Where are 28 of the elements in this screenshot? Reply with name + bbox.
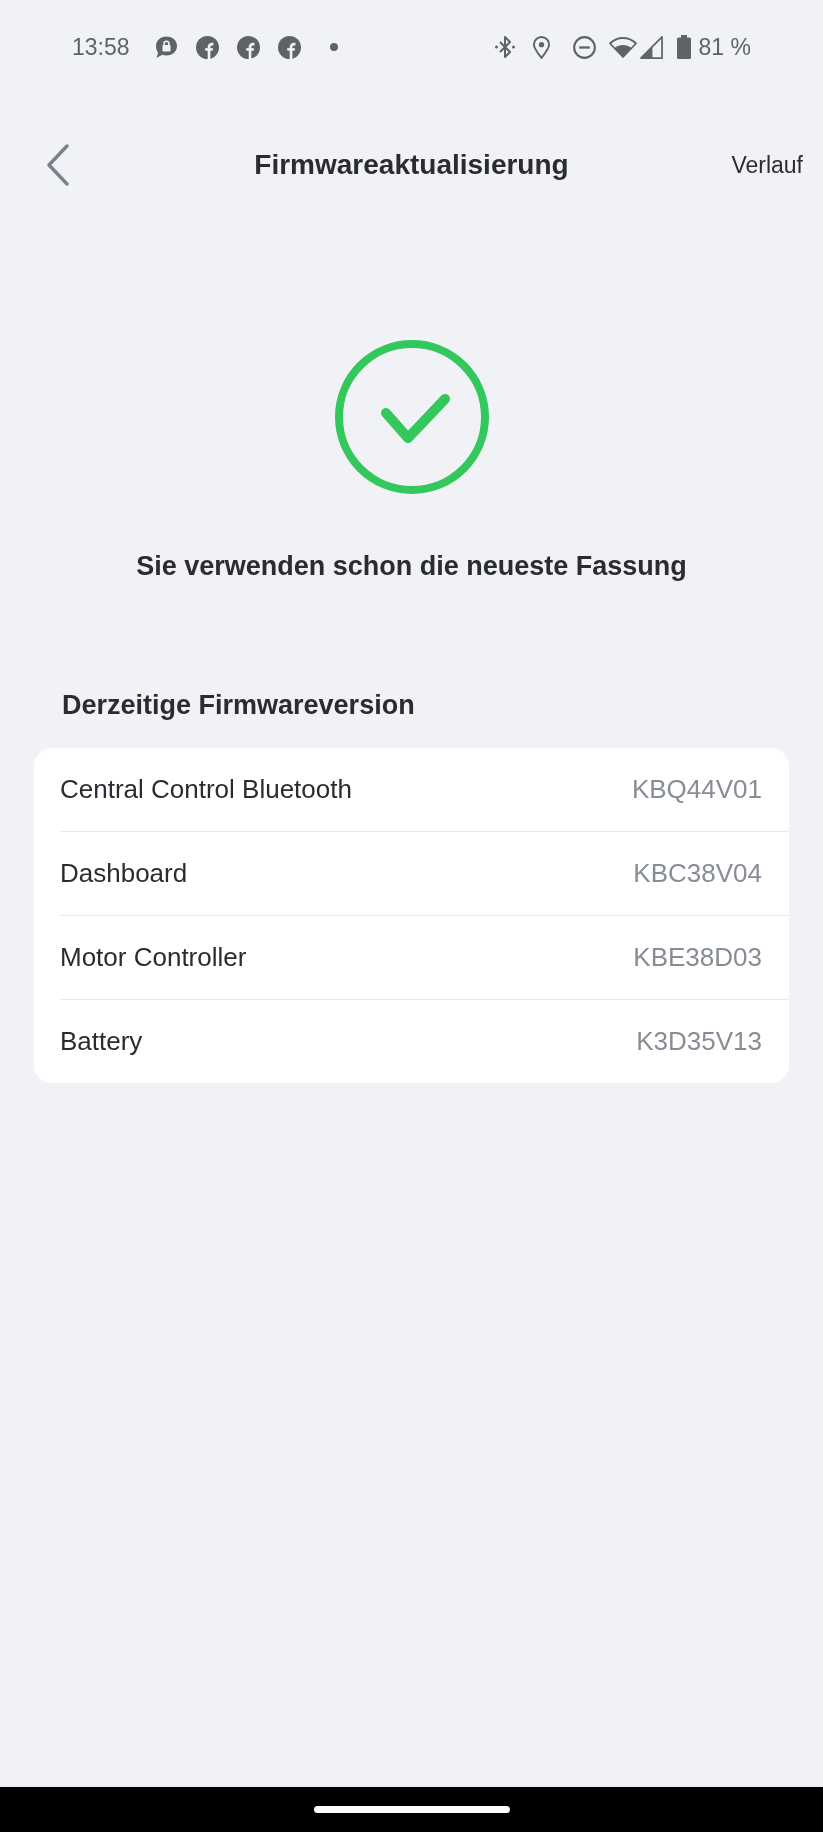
bluetooth-icon	[494, 35, 515, 59]
home-handle[interactable]	[313, 1806, 510, 1813]
history-button[interactable]: Verlauf	[731, 151, 803, 179]
back-button[interactable]	[46, 144, 70, 186]
firmware-version: K3D35V13	[636, 1026, 762, 1057]
battery-percent: 81 %	[698, 33, 751, 61]
firmware-version: KBE38D03	[633, 942, 762, 973]
status-message: Sie verwenden schon die neueste Fassung	[136, 550, 687, 583]
wifi-icon	[608, 36, 637, 58]
component-name: Motor Controller	[60, 942, 247, 973]
component-name: Battery	[60, 1026, 143, 1057]
page-title: Firmwareaktualisierung	[254, 149, 569, 181]
status-time: 13:58	[72, 33, 130, 61]
component-name: Dashboard	[60, 858, 188, 889]
section-heading: Derzeitige Firmwareversion	[62, 689, 415, 722]
battery-icon	[676, 35, 691, 59]
chevron-left-icon	[46, 144, 70, 186]
location-pin-icon	[531, 35, 551, 59]
chat-lock-icon	[153, 35, 179, 59]
signal-icon	[639, 35, 663, 59]
component-name: Central Control Bluetooth	[60, 774, 352, 805]
do-not-disturb-icon	[572, 35, 596, 59]
firmware-version: KBC38V04	[633, 858, 762, 889]
circle-f-icon	[195, 35, 219, 59]
notification-dot-icon	[329, 43, 338, 51]
circle-f-icon	[236, 35, 260, 59]
firmware-version: KBQ44V01	[631, 774, 762, 805]
circle-f-icon	[277, 35, 301, 59]
